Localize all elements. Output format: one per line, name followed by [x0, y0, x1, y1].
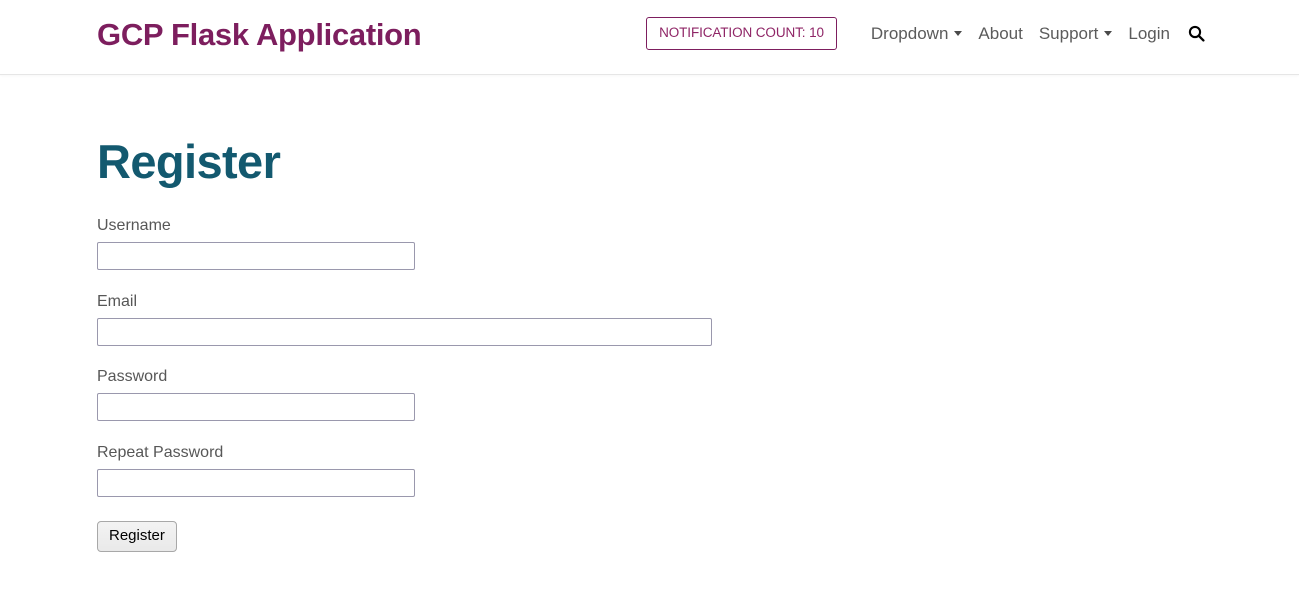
chevron-down-icon	[954, 31, 963, 36]
nav-item-dropdown[interactable]: Dropdown	[863, 20, 971, 48]
page-title: Register	[97, 135, 281, 188]
register-submit-button[interactable]: Register	[97, 521, 177, 552]
nav-item-search[interactable]	[1178, 21, 1299, 46]
username-label: Username	[97, 216, 171, 234]
password-label: Password	[97, 368, 168, 386]
nav-link-login-label: Login	[1128, 23, 1170, 43]
main-navbar: GCP Flask Application NOTIFICATION COUNT…	[0, 0, 1299, 75]
search-button[interactable]	[1178, 21, 1219, 46]
nav-item-login[interactable]: Login	[1120, 20, 1178, 48]
form-group-password: Password	[97, 367, 1299, 422]
chevron-down-icon	[1104, 31, 1113, 36]
nav-link-dropdown-label: Dropdown	[870, 23, 949, 43]
nav-link-support-label: Support	[1038, 23, 1099, 43]
form-group-repeat-password: Repeat Password	[97, 443, 1299, 498]
nav-link-dropdown[interactable]: Dropdown	[863, 20, 971, 48]
nav-link-about[interactable]: About	[970, 20, 1030, 48]
form-group-email: Email	[97, 292, 1299, 347]
email-label: Email	[97, 292, 138, 310]
form-group-username: Username	[97, 216, 1299, 270]
password-input[interactable]	[97, 393, 415, 422]
navbar-links: Dropdown About Support Login	[863, 20, 1299, 48]
notification-count-button[interactable]: NOTIFICATION COUNT: 10	[646, 17, 837, 50]
navbar-brand[interactable]: GCP Flask Application	[97, 16, 422, 53]
nav-link-about-label: About	[978, 23, 1023, 43]
nav-link-support[interactable]: Support	[1031, 20, 1121, 48]
register-form: Username Email Password Repeat Password …	[97, 216, 1299, 552]
nav-link-login[interactable]: Login	[1120, 20, 1178, 48]
repeat-password-input[interactable]	[97, 469, 415, 498]
email-input[interactable]	[97, 318, 712, 347]
search-icon	[1188, 25, 1205, 42]
nav-item-support[interactable]: Support	[1031, 20, 1121, 48]
navbar-right-section: NOTIFICATION COUNT: 10 Dropdown About Su…	[646, 0, 1299, 75]
username-input[interactable]	[97, 241, 415, 270]
nav-item-about[interactable]: About	[970, 20, 1030, 48]
repeat-password-label: Repeat Password	[97, 444, 224, 462]
main-content: Register Username Email Password Repeat …	[0, 75, 1299, 552]
